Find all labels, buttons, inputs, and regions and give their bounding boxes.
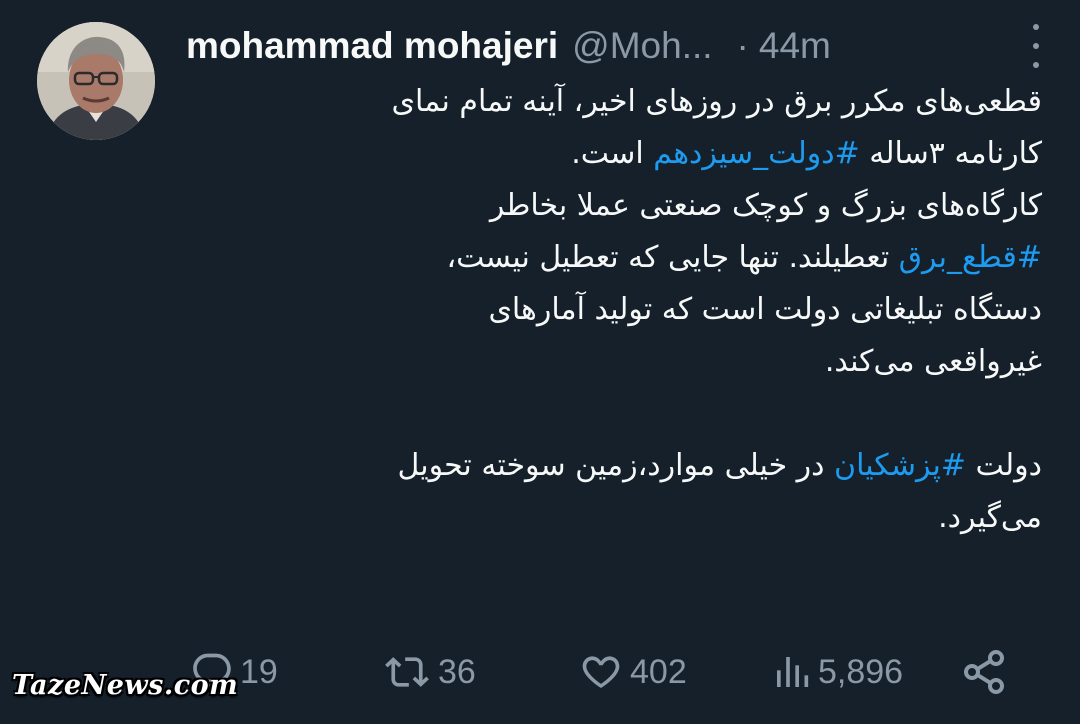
tweet-line: می‌گیرد. (180, 492, 1042, 544)
tweet-line-text: می‌گیرد. (938, 500, 1042, 535)
tweet-line-text: دولت (966, 448, 1042, 483)
tweet-line: #قطع_برق تعطیلند. تنها جایی که تعطیل نیس… (180, 232, 1043, 284)
author-handle[interactable]: @Moh... (572, 25, 712, 67)
hashtag-link[interactable]: #پزشکیان (834, 448, 966, 483)
views-button[interactable]: 5,896 (772, 642, 903, 702)
retweet-count: 36 (438, 652, 476, 691)
tweet-line-text: تعطیلند. تنها جایی که تعطیل نیست، (446, 240, 899, 275)
heart-icon (582, 656, 620, 688)
views-count: 5,896 (818, 652, 904, 691)
tweet-line: کارنامه ۳ساله #دولت_سیزدهم است. (180, 128, 1042, 180)
author-name[interactable]: mohammad mohajeri (186, 25, 558, 67)
tweet-time[interactable]: 44m (759, 25, 831, 67)
like-count: 402 (630, 652, 687, 691)
tweet-line: دستگاه تبلیغاتی دولت است که تولید آمارها… (180, 284, 1042, 336)
watermark-logo: TazeNews.com (12, 670, 239, 701)
views-icon (777, 657, 809, 687)
tweet-line-text: است. (571, 136, 654, 171)
retweet-button[interactable]: 36 (382, 642, 476, 702)
hashtag-link[interactable]: #قطع_برق (899, 240, 1042, 275)
like-button[interactable]: 402 (578, 642, 687, 702)
avatar-photo (37, 22, 155, 140)
share-icon (964, 650, 1004, 694)
tweet-line-text: دستگاه تبلیغاتی دولت است که تولید آمارها… (488, 292, 1042, 327)
tweet-header: mohammad mohajeri @Moh... · 44m (186, 18, 1046, 74)
share-button[interactable] (960, 642, 1008, 702)
retweet-icon (385, 657, 429, 687)
tweet-line: قطعی‌های مکرر برق در روزهای اخیر، آینه ت… (180, 76, 1042, 128)
tweet-line-text: کارگاه‌های بزرگ و کوچک صنعتی عملا بخاطر (489, 188, 1042, 223)
author-avatar[interactable] (37, 22, 155, 140)
tweet-text: قطعی‌های مکرر برق در روزهای اخیر، آینه ت… (180, 76, 1042, 544)
tweet-line-text: در خیلی موارد،زمین سوخته تحویل (397, 448, 835, 483)
tweet-line-text: کارنامه ۳ساله (859, 136, 1042, 171)
tweet-line-text: قطعی‌های مکرر برق در روزهای اخیر، آینه ت… (391, 84, 1042, 119)
tweet-line: دولت #پزشکیان در خیلی موارد،زمین سوخته ت… (180, 440, 1043, 492)
tweet-line: کارگاه‌های بزرگ و کوچک صنعتی عملا بخاطر (180, 180, 1042, 232)
more-icon[interactable] (1026, 24, 1046, 68)
reply-count: 19 (240, 652, 278, 691)
hashtag-link[interactable]: #دولت_سیزدهم (653, 136, 859, 171)
separator-dot: · (736, 25, 749, 66)
tweet-actions: 19 36 402 5,896 (186, 642, 1016, 702)
tweet-line-text: غیرواقعی می‌کند. (824, 344, 1042, 379)
tweet-line: غیرواقعی می‌کند. (180, 336, 1042, 388)
